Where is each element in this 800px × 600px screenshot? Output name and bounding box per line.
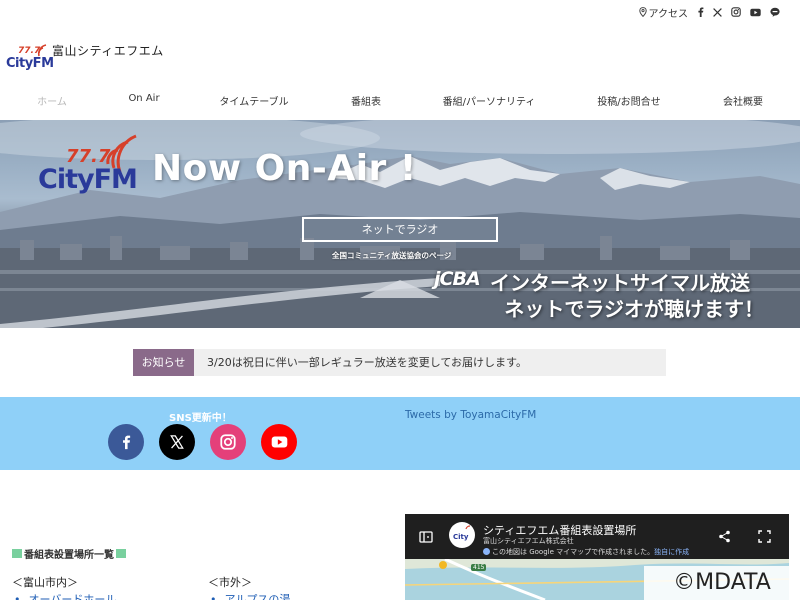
nav-item-timetable[interactable]: タイムテーブル xyxy=(219,93,288,108)
sidebar-toggle-icon[interactable] xyxy=(419,531,433,543)
instagram-icon[interactable] xyxy=(731,7,741,17)
title-marker-right xyxy=(116,549,126,558)
schedule-list-title-text: 番組表設置場所一覧 xyxy=(24,550,114,561)
facebook-icon xyxy=(123,435,131,450)
nav-item-company[interactable]: 会社概要 xyxy=(723,93,763,108)
hero-banner: 77.7 CityFM Now On-Air ! ネットでラジオ 全国コミュニテ… xyxy=(0,120,800,328)
main-nav: ホーム On Air タイムテーブル 番組表 番組/パーソナリティ 投稿/お問合… xyxy=(0,88,800,112)
nav-item-programs[interactable]: 番組/パーソナリティ xyxy=(443,93,536,108)
facebook-icon[interactable] xyxy=(697,7,704,17)
list-col-outside-head: ＜市外＞ xyxy=(208,576,252,589)
brand-name: 富山シティエフエム xyxy=(52,44,164,58)
create-own-map-link[interactable]: 独自に作成 xyxy=(654,548,689,556)
map-note-text: この地図は Google マイマップで作成されました。 xyxy=(492,548,655,556)
list-col-city-head: ＜富山市内＞ xyxy=(12,576,78,589)
sns-label: SNS更新中！ xyxy=(169,413,232,424)
title-marker-left xyxy=(12,549,22,558)
location-pin-icon xyxy=(638,7,647,17)
hero-logo: 77.7 CityFM xyxy=(38,134,138,194)
listen-online-button[interactable]: ネットでラジオ xyxy=(302,217,498,242)
notice-text[interactable]: 3/20は祝日に伴い一部レギュラー放送を変更してお届けします。 xyxy=(194,349,527,376)
facebook-button[interactable] xyxy=(108,424,144,460)
x-button[interactable] xyxy=(159,424,195,460)
access-label: アクセス xyxy=(648,8,689,20)
logo-word: CityFM xyxy=(6,56,54,70)
promo-line-2: ネットでラジオが聴けます！ xyxy=(504,297,764,321)
list-item[interactable]: オーバードホール xyxy=(14,591,117,600)
map-owner: 富山シティエフエム株式会社 xyxy=(483,537,574,545)
road-label: 415 xyxy=(471,564,487,571)
hero-title: Now On-Air ! xyxy=(152,148,417,189)
nav-item-program-guide[interactable]: 番組表 xyxy=(351,93,381,108)
jcba-link[interactable]: 全国コミュニティ放送協会のページ xyxy=(332,250,451,261)
twitter-timeline-link[interactable]: Tweets by ToyamaCityFM xyxy=(405,409,536,421)
map-note: この地図は Google マイマップで作成されました。独自に作成 xyxy=(483,547,689,557)
watermark: ©MDATA xyxy=(644,566,800,600)
schedule-list-title: 番組表設置場所一覧 xyxy=(12,546,126,561)
svg-text:City: City xyxy=(453,533,469,541)
x-icon[interactable] xyxy=(713,7,722,17)
promo-line-1: インターネットサイマル放送 xyxy=(490,271,750,295)
jcba-logo: jCBA xyxy=(434,268,481,290)
logo-freq: 77.7 xyxy=(18,46,41,56)
info-icon xyxy=(483,548,490,555)
notice-badge: お知らせ xyxy=(133,349,194,376)
map-avatar: City xyxy=(449,522,475,548)
line-icon[interactable] xyxy=(770,7,780,17)
access-link[interactable]: アクセス xyxy=(638,5,689,20)
youtube-icon[interactable] xyxy=(750,8,761,17)
nav-item-contact[interactable]: 投稿/お問合せ xyxy=(597,93,660,108)
sns-section: SNS更新中！ Tweets by ToyamaCityFM xyxy=(0,397,800,470)
utility-bar: アクセス xyxy=(638,5,781,20)
youtube-icon xyxy=(271,436,287,448)
notice-bar[interactable]: お知らせ 3/20は祝日に伴い一部レギュラー放送を変更してお届けします。 xyxy=(133,349,666,376)
hero-logo-word: CityFM xyxy=(38,164,137,194)
fullscreen-icon[interactable] xyxy=(758,530,771,543)
nav-item-onair[interactable]: On Air xyxy=(128,93,159,104)
list-item[interactable]: アルプスの湯 xyxy=(210,591,291,600)
instagram-button[interactable] xyxy=(210,424,246,460)
youtube-button[interactable] xyxy=(261,424,297,460)
instagram-icon xyxy=(220,434,236,450)
x-icon xyxy=(170,435,184,449)
map-header: City シティエフエム番組表設置場所 富山シティエフエム株式会社 この地図は … xyxy=(405,514,789,559)
share-icon[interactable] xyxy=(718,530,731,543)
nav-item-home[interactable]: ホーム xyxy=(37,93,67,108)
